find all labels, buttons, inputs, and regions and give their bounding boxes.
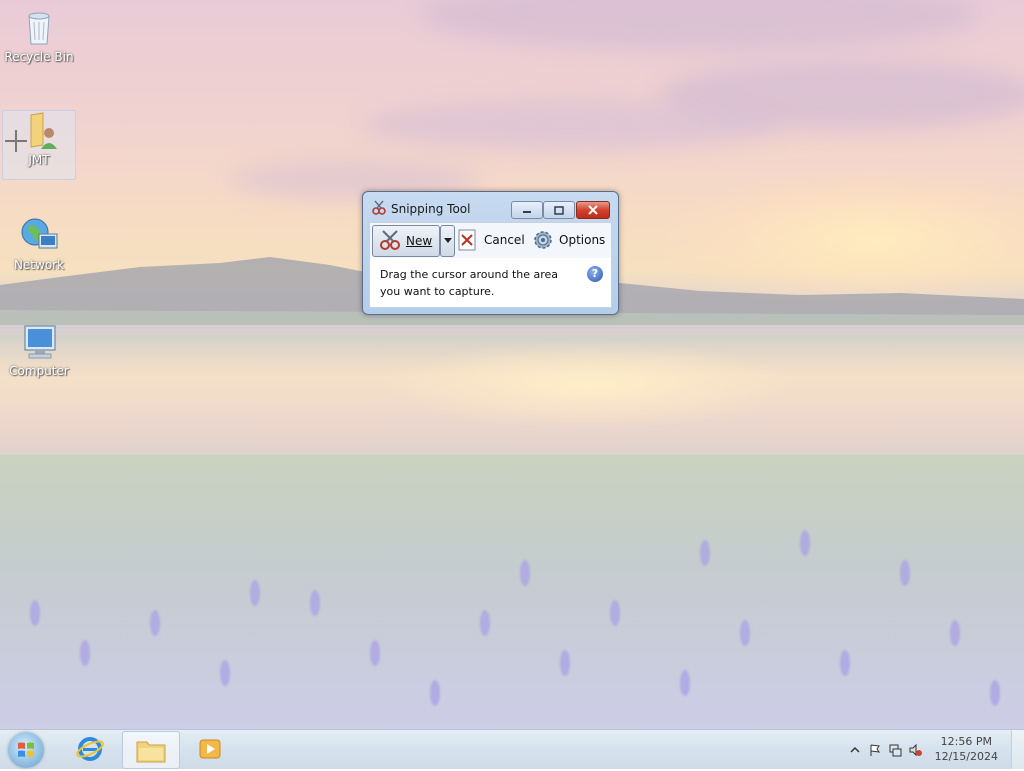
wallpaper-flower: [80, 640, 90, 666]
instructions-text: Drag the cursor around the area you want…: [380, 268, 559, 298]
crosshair-cursor-icon: [5, 130, 27, 152]
start-button[interactable]: [8, 732, 44, 768]
wallpaper-flower: [310, 590, 320, 616]
media-player-icon: [199, 739, 221, 759]
wallpaper-lake-reflection: [380, 340, 800, 430]
wallpaper-flower: [250, 580, 260, 606]
network-status-icon[interactable]: [888, 743, 902, 757]
snipping-tool-window[interactable]: Snipping Tool New Cancel Options Drag th…: [362, 191, 619, 315]
window-title: Snipping Tool: [391, 202, 471, 216]
show-desktop-button[interactable]: [1011, 730, 1024, 769]
windows-logo-icon: [18, 742, 34, 757]
wallpaper-flower: [520, 560, 530, 586]
cancel-button[interactable]: Cancel: [458, 225, 525, 255]
close-button[interactable]: [576, 201, 610, 219]
wallpaper-flower: [610, 600, 620, 626]
wallpaper-meadow: [0, 455, 1024, 729]
show-hidden-icons-icon[interactable]: [848, 743, 862, 757]
wallpaper-flower: [800, 530, 810, 556]
desktop-icon-label: JMT: [28, 153, 50, 167]
gear-icon: [534, 231, 552, 249]
scissors-icon: [380, 230, 400, 250]
options-label: Options: [559, 233, 606, 247]
new-snip-button[interactable]: New: [372, 225, 440, 257]
system-tray: 12:56 PM 12/15/2024: [844, 730, 1024, 769]
wallpaper-flower: [700, 540, 710, 566]
wallpaper-flower: [150, 610, 160, 636]
new-label: New: [406, 234, 433, 248]
wallpaper-cloud: [360, 100, 780, 150]
action-center-flag-icon[interactable]: [868, 743, 882, 757]
internet-explorer-icon: [76, 737, 104, 761]
close-icon: [588, 205, 598, 215]
minimize-icon: [523, 211, 531, 213]
wallpaper-flower: [740, 620, 750, 646]
desktop-wallpaper: [0, 0, 1024, 729]
taskbar-windows-explorer[interactable]: [122, 731, 180, 769]
instructions-panel: Drag the cursor around the area you want…: [369, 258, 612, 308]
desktop-icon-label: Recycle Bin: [4, 50, 74, 64]
chevron-down-icon: [443, 238, 452, 243]
cancel-label: Cancel: [484, 233, 525, 247]
clock-time: 12:56 PM: [940, 735, 992, 748]
wallpaper-flower: [480, 610, 490, 636]
taskbar-media-player[interactable]: [182, 731, 238, 767]
volume-muted-icon[interactable]: [908, 743, 922, 757]
cancel-icon: [458, 229, 476, 251]
options-button[interactable]: Options: [532, 225, 605, 255]
maximize-icon: [554, 205, 564, 215]
maximize-button[interactable]: [543, 201, 575, 219]
taskbar-internet-explorer[interactable]: [62, 731, 118, 767]
minimize-button[interactable]: [511, 201, 543, 219]
title-bar[interactable]: Snipping Tool: [363, 192, 618, 219]
wallpaper-flower: [950, 620, 960, 646]
taskbar-clock[interactable]: 12:56 PM 12/15/2024: [935, 734, 998, 764]
network-icon: [21, 218, 58, 249]
wallpaper-flower: [680, 670, 690, 696]
clock-date: 12/15/2024: [934, 750, 998, 763]
wallpaper-flower: [840, 650, 850, 676]
wallpaper-flower: [900, 560, 910, 586]
wallpaper-flower: [370, 640, 380, 666]
wallpaper-cloud: [420, 0, 980, 50]
desktop-icon-network[interactable]: Network: [3, 216, 75, 272]
scissors-icon: [372, 200, 386, 215]
taskbar: 12:56 PM 12/15/2024: [0, 729, 1024, 769]
desktop-icon-label: Network: [13, 258, 65, 272]
wallpaper-flower: [990, 680, 1000, 706]
desktop-icon-computer[interactable]: Computer: [3, 322, 75, 378]
desktop-icon-label: Computer: [9, 364, 69, 378]
computer-icon: [24, 325, 56, 359]
folder-icon: [136, 741, 166, 763]
toolbar: New Cancel Options: [369, 222, 612, 259]
snip-mode-dropdown-button[interactable]: [440, 225, 455, 257]
help-icon[interactable]: ?: [587, 266, 603, 282]
desktop-icon-recycle-bin[interactable]: Recycle Bin: [3, 8, 75, 64]
wallpaper-flower: [430, 680, 440, 706]
wallpaper-flower: [220, 660, 230, 686]
wallpaper-flower: [560, 650, 570, 676]
wallpaper-flower: [30, 600, 40, 626]
recycle-bin-icon: [28, 12, 50, 45]
